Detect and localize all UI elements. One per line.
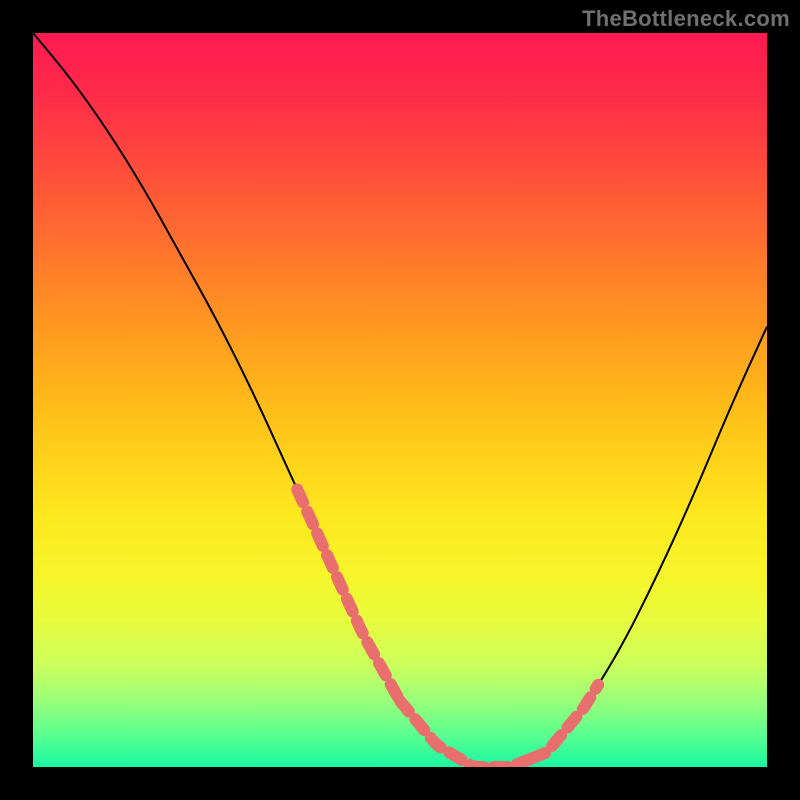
chart-frame: TheBottleneck.com bbox=[0, 0, 800, 800]
highlight-right-ascent bbox=[532, 685, 598, 758]
highlight-trough bbox=[400, 701, 532, 767]
watermark-text: TheBottleneck.com bbox=[582, 6, 790, 32]
chart-svg bbox=[33, 33, 767, 767]
plot-area bbox=[33, 33, 767, 767]
bottleneck-curve bbox=[33, 33, 767, 767]
highlight-left-descent bbox=[297, 490, 400, 701]
